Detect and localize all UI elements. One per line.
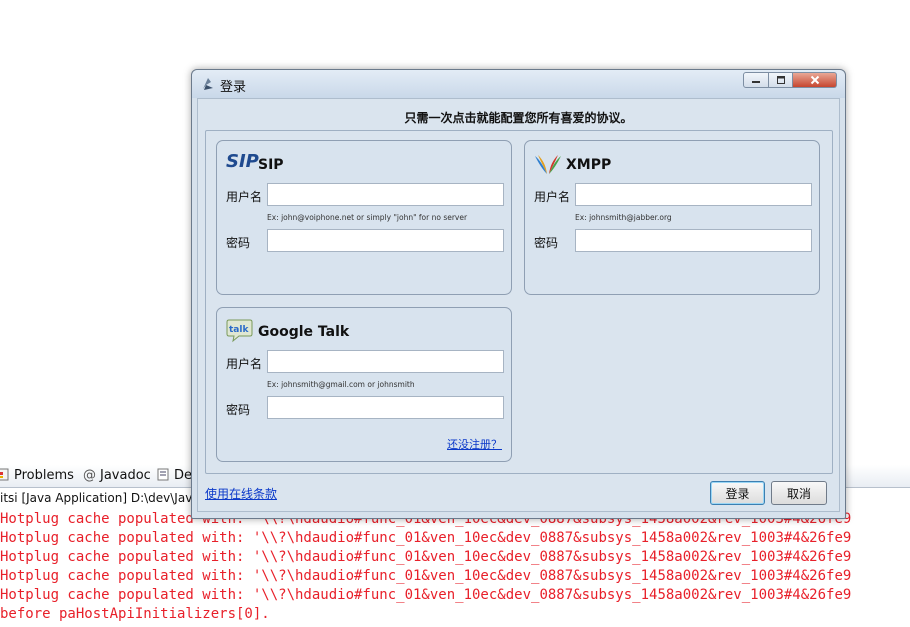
xmpp-password-label: 密码 [534, 236, 559, 250]
dialog-titlebar[interactable]: 登录 [192, 70, 845, 98]
tab-javadoc[interactable]: @ Javadoc [83, 467, 151, 485]
minimize-icon [752, 81, 760, 83]
sip-password-input[interactable] [267, 229, 504, 252]
google-talk-logo-icon: talk [226, 319, 253, 347]
dialog-heading: 只需一次点击就能配置您所有喜爱的协议。 [404, 111, 633, 125]
minimize-button[interactable] [743, 72, 769, 88]
maximize-icon [776, 76, 785, 84]
xmpp-title: XMPP [566, 157, 612, 173]
google-talk-title: Google Talk [258, 324, 350, 340]
google-username-input[interactable] [267, 350, 504, 373]
sip-logo: SIP [226, 151, 259, 172]
sip-account-panel: SIP SIP 用户名 Ex: john@voiphone.net or sim… [216, 140, 512, 295]
console-line: Hotplug cache populated with: '\\?\hdaud… [0, 587, 852, 603]
register-link[interactable]: 还没注册？ [447, 436, 502, 452]
app-icon [200, 76, 216, 96]
accounts-panel: SIP SIP 用户名 Ex: john@voiphone.net or sim… [205, 130, 833, 474]
login-dialog: 登录 只需一次点击就能配置您所有喜爱的协议。 SIP SIP 用户名 Ex: j… [191, 69, 846, 519]
cancel-button[interactable]: 取消 [771, 481, 827, 505]
close-icon [810, 75, 819, 85]
console-output: Hotplug cache populated with: '\\?\hdaud… [0, 510, 910, 624]
tab-problems[interactable]: Problems [0, 467, 74, 485]
console-line: Hotplug cache populated with: '\\?\hdaud… [0, 568, 852, 584]
sip-password-label: 密码 [226, 236, 251, 250]
svg-text:talk: talk [229, 325, 249, 335]
xmpp-password-input[interactable] [575, 229, 812, 252]
xmpp-username-hint: Ex: johnsmith@jabber.org [575, 213, 672, 222]
console-line: Hotplug cache populated with: '\\?\hdaud… [0, 549, 852, 565]
dialog-title: 登录 [220, 80, 247, 95]
close-button[interactable] [793, 72, 837, 88]
sip-username-label: 用户名 [226, 190, 263, 204]
xmpp-logo-icon [534, 154, 562, 180]
sip-title: SIP [258, 157, 284, 173]
google-talk-account-panel: talk Google Talk 用户名 Ex: johnsmith@gmail… [216, 307, 512, 462]
console-line: before paHostApiInitializers[0]. [0, 606, 270, 622]
console-line: Hotplug cache populated with: '\\?\hdaud… [0, 530, 852, 546]
dialog-body: 只需一次点击就能配置您所有喜爱的协议。 SIP SIP 用户名 Ex: john… [197, 98, 840, 512]
google-talk-logo-text: talk [229, 325, 249, 335]
at-sign-icon: @ [83, 468, 96, 483]
xmpp-username-label: 用户名 [534, 190, 571, 204]
login-button[interactable]: 登录 [710, 481, 765, 505]
problems-icon [0, 468, 10, 481]
google-password-label: 密码 [226, 403, 251, 417]
xmpp-username-input[interactable] [575, 183, 812, 206]
google-password-input[interactable] [267, 396, 504, 419]
terms-link[interactable]: 使用在线条款 [205, 485, 277, 502]
tab-declaration[interactable]: De [157, 467, 192, 485]
xmpp-account-panel: XMPP 用户名 Ex: johnsmith@jabber.org 密码 [524, 140, 820, 295]
google-username-label: 用户名 [226, 357, 263, 371]
sip-username-input[interactable] [267, 183, 504, 206]
sip-username-hint: Ex: john@voiphone.net or simply "john" f… [267, 213, 468, 222]
google-username-hint: Ex: johnsmith@gmail.com or johnsmith [267, 380, 415, 389]
maximize-button[interactable] [769, 72, 793, 88]
window-controls [743, 72, 837, 90]
declaration-icon [157, 468, 170, 481]
